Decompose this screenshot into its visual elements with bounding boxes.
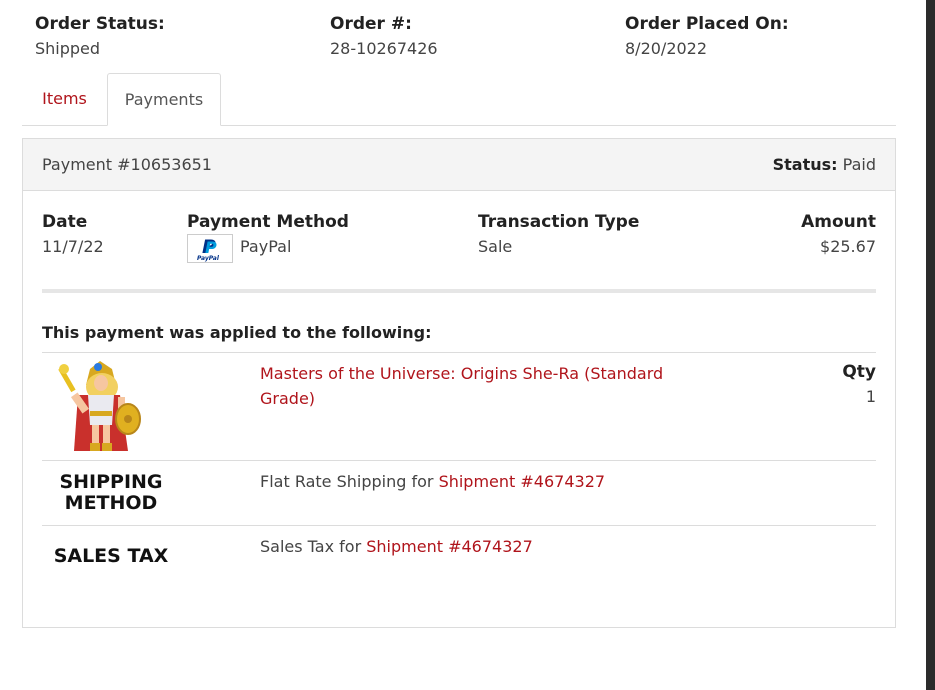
amount-value: $25.67 [820, 237, 876, 256]
order-number: Order #: 28-10267426 [330, 12, 438, 62]
applied-item-row: Masters of the Universe: Origins She-Ra … [42, 352, 876, 460]
she-ra-figure-image[interactable] [50, 359, 146, 455]
sales-tax-text: Sales Tax for Shipment #4674327 [260, 534, 533, 559]
shipping-row: SHIPPING METHOD Flat Rate Shipping for S… [42, 460, 876, 525]
order-status-label: Order Status: [35, 14, 165, 34]
order-placed: Order Placed On: 8/20/2022 [625, 12, 789, 62]
qty-label: Qty [842, 362, 876, 382]
product-name-line2[interactable]: Grade) [260, 389, 315, 408]
order-summary: Order Status: Shipped Order #: 28-102674… [35, 12, 915, 62]
shipping-image-line1: SHIPPING [59, 471, 163, 493]
payment-title: Payment #10653651 [42, 155, 212, 174]
sales-tax-shipment-link[interactable]: Shipment #4674327 [366, 537, 533, 556]
qty-value: 1 [865, 387, 876, 406]
payment-status: Status: Paid [773, 139, 876, 190]
shipping-description: Flat Rate Shipping for [260, 472, 439, 491]
sales-tax-image: SALES TAX [53, 545, 169, 567]
order-tabs: Items Payments [22, 73, 896, 126]
tab-payments[interactable]: Payments [107, 73, 221, 126]
order-status-value: Shipped [35, 39, 101, 58]
shipping-shipment-link[interactable]: Shipment #4674327 [439, 472, 606, 491]
payment-header: Payment #10653651 Status: Paid [23, 139, 895, 191]
date-label: Date [42, 212, 88, 232]
tab-items[interactable]: Items [22, 73, 107, 125]
order-number-label: Order #: [330, 14, 412, 34]
product-name-link[interactable]: Masters of the Universe: Origins She-Ra … [260, 361, 663, 411]
amount-label: Amount [801, 212, 876, 232]
order-placed-label: Order Placed On: [625, 14, 789, 34]
payment-panel: Payment #10653651 Status: Paid Date 11/7… [22, 138, 896, 628]
payment-status-value: Paid [842, 155, 876, 174]
sales-tax-description: Sales Tax for [260, 537, 367, 556]
applied-title: This payment was applied to the followin… [42, 323, 432, 342]
shipping-image-line2: METHOD [64, 492, 158, 514]
date-value: 11/7/22 [42, 237, 104, 256]
section-divider [42, 289, 876, 293]
transaction-type-value: Sale [478, 237, 513, 256]
shipping-text: Flat Rate Shipping for Shipment #4674327 [260, 469, 605, 494]
sales-tax-row: SALES TAX Sales Tax for Shipment #467432… [42, 525, 876, 590]
shipping-method-image: SHIPPING METHOD [42, 472, 180, 514]
payment-method-label: Payment Method [187, 212, 349, 232]
payment-method-value: PayPal [240, 237, 292, 256]
payment-status-label: Status: [772, 155, 838, 174]
transaction-type-label: Transaction Type [478, 212, 640, 232]
order-placed-value: 8/20/2022 [625, 39, 708, 58]
window-edge-bar [926, 0, 935, 690]
order-number-value: 28-10267426 [330, 39, 438, 58]
order-status: Order Status: Shipped [35, 12, 165, 62]
product-name-line1[interactable]: Masters of the Universe: Origins She-Ra … [260, 364, 663, 383]
paypal-icon: PP PayPal [187, 234, 233, 263]
